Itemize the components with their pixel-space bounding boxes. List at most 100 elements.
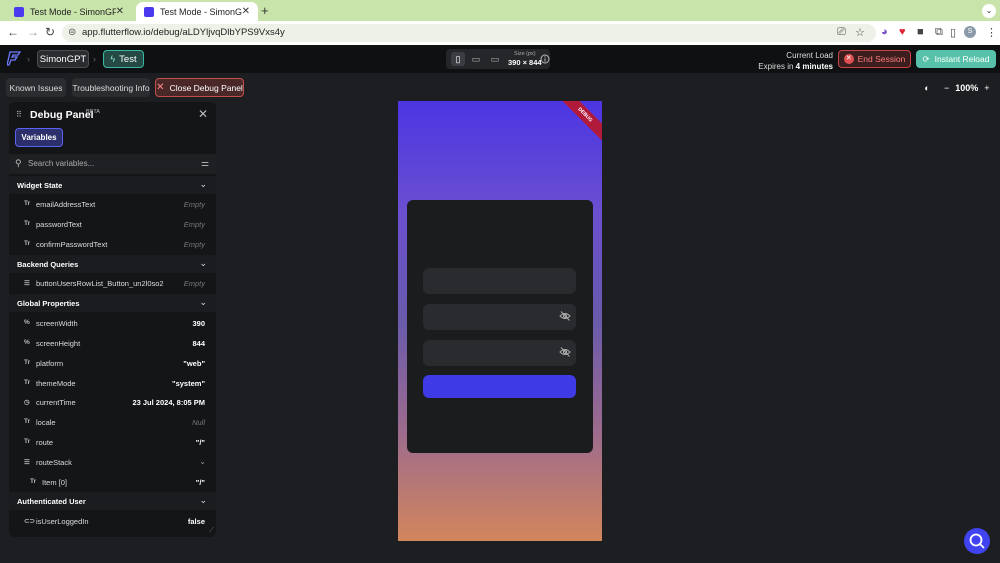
signup-card [407, 200, 593, 453]
flutterflow-logo-icon[interactable] [7, 51, 21, 66]
instant-reload-button[interactable]: ⟳ Instant Reload [916, 50, 996, 68]
tab-search-icon[interactable]: ⌄ [982, 4, 996, 18]
section-widget-state[interactable]: Widget State ⌄ [9, 176, 216, 194]
variable-value: 23 Jul 2024, 8:05 PM [132, 398, 205, 407]
variable-name: locale [36, 418, 56, 427]
resize-handle-icon[interactable]: ⟋ [209, 527, 214, 535]
reload-icon[interactable]: ↻ [45, 25, 55, 39]
chevron-down-icon[interactable]: ⌄ [199, 495, 207, 506]
variable-row[interactable]: Tr themeMode "system" [9, 374, 216, 393]
variable-row[interactable]: % screenHeight 844 [9, 334, 216, 353]
profile-avatar[interactable]: S [964, 26, 976, 38]
variable-value: Empty [183, 200, 205, 209]
beta-badge: BETA [86, 109, 100, 115]
confirm-password-field[interactable] [423, 340, 576, 366]
extensions-puzzle-icon[interactable]: ⧉ [935, 26, 943, 39]
forward-icon[interactable]: → [27, 25, 39, 39]
tablet-device-icon[interactable]: ▭ [469, 52, 483, 66]
browser-tab-2[interactable]: Test Mode - SimonGPT ✕ [136, 2, 258, 21]
variable-name: passwordText [36, 220, 82, 229]
variable-value: "system" [172, 379, 205, 388]
filter-icon[interactable]: ⚌ [201, 158, 209, 169]
phone-device-icon[interactable]: ▯ [451, 52, 465, 66]
expires-line: Expires in 4 minutes [758, 61, 833, 72]
variable-name: isUserLoggedIn [36, 517, 89, 526]
theme-toggle-icon[interactable]: ◐ [918, 83, 936, 93]
close-tab-icon[interactable]: ✕ [242, 6, 250, 17]
variable-search[interactable]: ⚲ Search variables... ⚌ [9, 154, 216, 174]
drag-handle-icon[interactable]: ⠿ [16, 110, 22, 119]
info-icon[interactable] [540, 54, 550, 64]
submit-button[interactable] [423, 375, 576, 398]
new-tab-button[interactable]: + [261, 3, 269, 18]
project-name-button[interactable]: SimonGPT [37, 50, 89, 68]
zoom-out-button[interactable]: − [944, 83, 949, 93]
variable-row[interactable]: % screenWidth 390 [9, 314, 216, 333]
variable-row[interactable]: Tr platform "web" [9, 354, 216, 373]
text-type-icon: Tr [24, 359, 31, 366]
zoom-in-button[interactable]: + [984, 83, 989, 93]
variable-row[interactable]: Tr confirmPasswordText Empty [9, 235, 216, 254]
chevron-down-icon[interactable]: ⌄ [199, 258, 207, 269]
variable-name: Item [0] [42, 478, 68, 487]
tab-variables[interactable]: Variables [15, 128, 63, 147]
variable-row[interactable]: Tr locale Null [9, 413, 216, 432]
search-icon: ⚲ [15, 158, 22, 168]
text-type-icon: Tr [24, 240, 31, 247]
extension-icon[interactable]: ■ [917, 26, 924, 38]
search-input[interactable]: Search variables... [28, 159, 94, 168]
test-mode-button[interactable]: ϟ Test [103, 50, 144, 68]
chevron-down-icon[interactable]: ⌄ [199, 457, 206, 466]
back-icon[interactable]: ← [7, 25, 19, 39]
sidepanel-icon[interactable]: ▯ [950, 26, 956, 39]
variable-value: Null [192, 418, 205, 427]
floating-search-button[interactable] [964, 528, 990, 554]
install-app-icon[interactable]: ⎚ [837, 26, 846, 39]
browser-tab-1[interactable]: Test Mode - SimonGPT ✕ [6, 2, 132, 21]
site-info-icon[interactable]: ⊜ [68, 27, 76, 38]
debug-panel-header: ⠿ Debug Panel BETA ✕ [9, 102, 216, 126]
known-issues-button[interactable]: Known Issues [6, 78, 66, 97]
url-text[interactable]: app.flutterflow.io/debug/aLDYljvqDlbYPS9… [82, 27, 285, 38]
chevron-down-icon[interactable]: ⌄ [199, 297, 207, 308]
visibility-off-icon[interactable] [559, 346, 571, 358]
password-field[interactable] [423, 304, 576, 330]
email-field[interactable] [423, 268, 576, 294]
close-tab-icon[interactable]: ✕ [116, 6, 124, 17]
chevron-down-icon[interactable]: ⌄ [199, 179, 207, 190]
variable-row[interactable]: Tr emailAddressText Empty [9, 195, 216, 214]
section-backend-queries[interactable]: Backend Queries ⌄ [9, 255, 216, 273]
debug-panel: ⠿ Debug Panel BETA ✕ Variables ⚲ Search … [9, 102, 216, 537]
close-panel-icon[interactable]: ✕ [198, 107, 208, 121]
variable-row[interactable]: ⊂⊃ isUserLoggedIn false [9, 512, 216, 531]
troubleshooting-info-button[interactable]: Troubleshooting Info [72, 78, 150, 97]
variable-name: buttonUsersRowList_Button_un2l0so2 [36, 279, 164, 288]
variable-row[interactable]: Tr route "/" [9, 433, 216, 452]
variable-row[interactable]: Tr passwordText Empty [9, 215, 216, 234]
variable-row[interactable]: ☰ buttonUsersRowList_Button_un2l0so2 Emp… [9, 274, 216, 293]
browser-menu-icon[interactable]: ⋮ [986, 26, 997, 39]
expires-prefix: Expires in [758, 62, 794, 71]
end-session-button[interactable]: ✕ End Session [838, 50, 911, 68]
variable-value: "web" [183, 359, 205, 368]
variable-value: 844 [192, 339, 205, 348]
section-global-properties[interactable]: Global Properties ⌄ [9, 294, 216, 312]
app-preview: DEBUG [398, 101, 602, 541]
text-type-icon: Tr [30, 478, 37, 485]
variable-row[interactable]: Tr Item [0] "/" [9, 473, 216, 492]
address-bar[interactable]: ⊜ app.flutterflow.io/debug/aLDYljvqDlbYP… [62, 24, 876, 42]
flutterflow-favicon-icon [14, 6, 24, 17]
instant-reload-label: Instant Reload [934, 54, 990, 64]
desktop-device-icon[interactable]: ▭ [488, 52, 502, 66]
extension-icon[interactable]: ♥ [899, 26, 906, 38]
variable-row[interactable]: ◷ currentTime 23 Jul 2024, 8:05 PM [9, 393, 216, 412]
browser-toolbar: ← → ↻ ⊜ app.flutterflow.io/debug/aLDYljv… [0, 21, 1000, 45]
bookmark-star-icon[interactable]: ☆ [855, 26, 865, 39]
variable-row[interactable]: ☰ routeStack ⌄ [9, 453, 216, 472]
extension-icon[interactable]: ◕ [881, 26, 888, 38]
close-debug-panel-button[interactable]: ✕ Close Debug Panel [155, 78, 244, 97]
end-session-label: End Session [857, 54, 906, 64]
visibility-off-icon[interactable] [559, 310, 571, 322]
size-label: Size (px) [513, 51, 536, 57]
section-authenticated-user[interactable]: Authenticated User ⌄ [9, 492, 216, 510]
